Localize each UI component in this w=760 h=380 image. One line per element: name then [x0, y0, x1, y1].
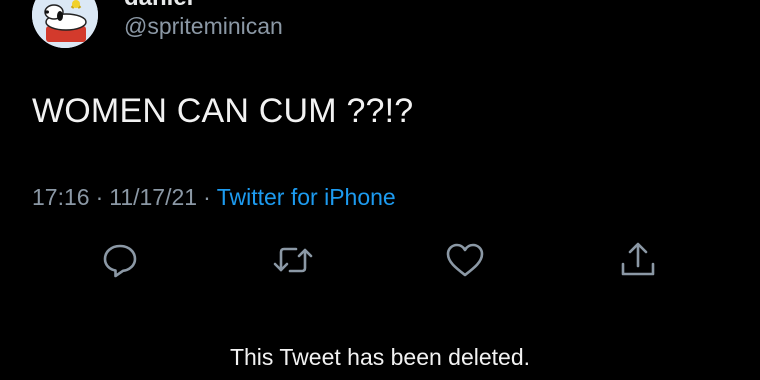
retweet-button[interactable] [271, 238, 315, 282]
deleted-tweet-notice: This Tweet has been deleted. [229, 344, 531, 370]
display-name[interactable]: daniel [124, 0, 193, 12]
tweet-metadata: 17:16 · 11/17/21 · Twitter for iPhone [32, 184, 396, 211]
tweet-time: 17:16 [32, 184, 90, 210]
tweet-text: WOMEN CAN CUM ??!? [32, 92, 414, 130]
speech-bubble-icon [103, 244, 137, 278]
like-button[interactable] [443, 238, 487, 282]
heart-icon [446, 243, 484, 277]
reply-button[interactable] [98, 238, 142, 282]
avatar[interactable] [32, 0, 98, 48]
tweet-date: 11/17/21 [109, 184, 198, 210]
meta-separator: · [203, 184, 211, 210]
retweet-arrows-icon [273, 247, 313, 273]
more-options-icon[interactable] [694, 0, 730, 2]
tweet-source-link[interactable]: Twitter for iPhone [217, 184, 396, 210]
username-handle[interactable]: @spriteminican [124, 13, 283, 40]
snoopy-avatar-image [32, 0, 98, 48]
meta-separator: · [95, 184, 104, 210]
share-button[interactable] [616, 238, 660, 282]
share-upload-icon [621, 242, 655, 276]
